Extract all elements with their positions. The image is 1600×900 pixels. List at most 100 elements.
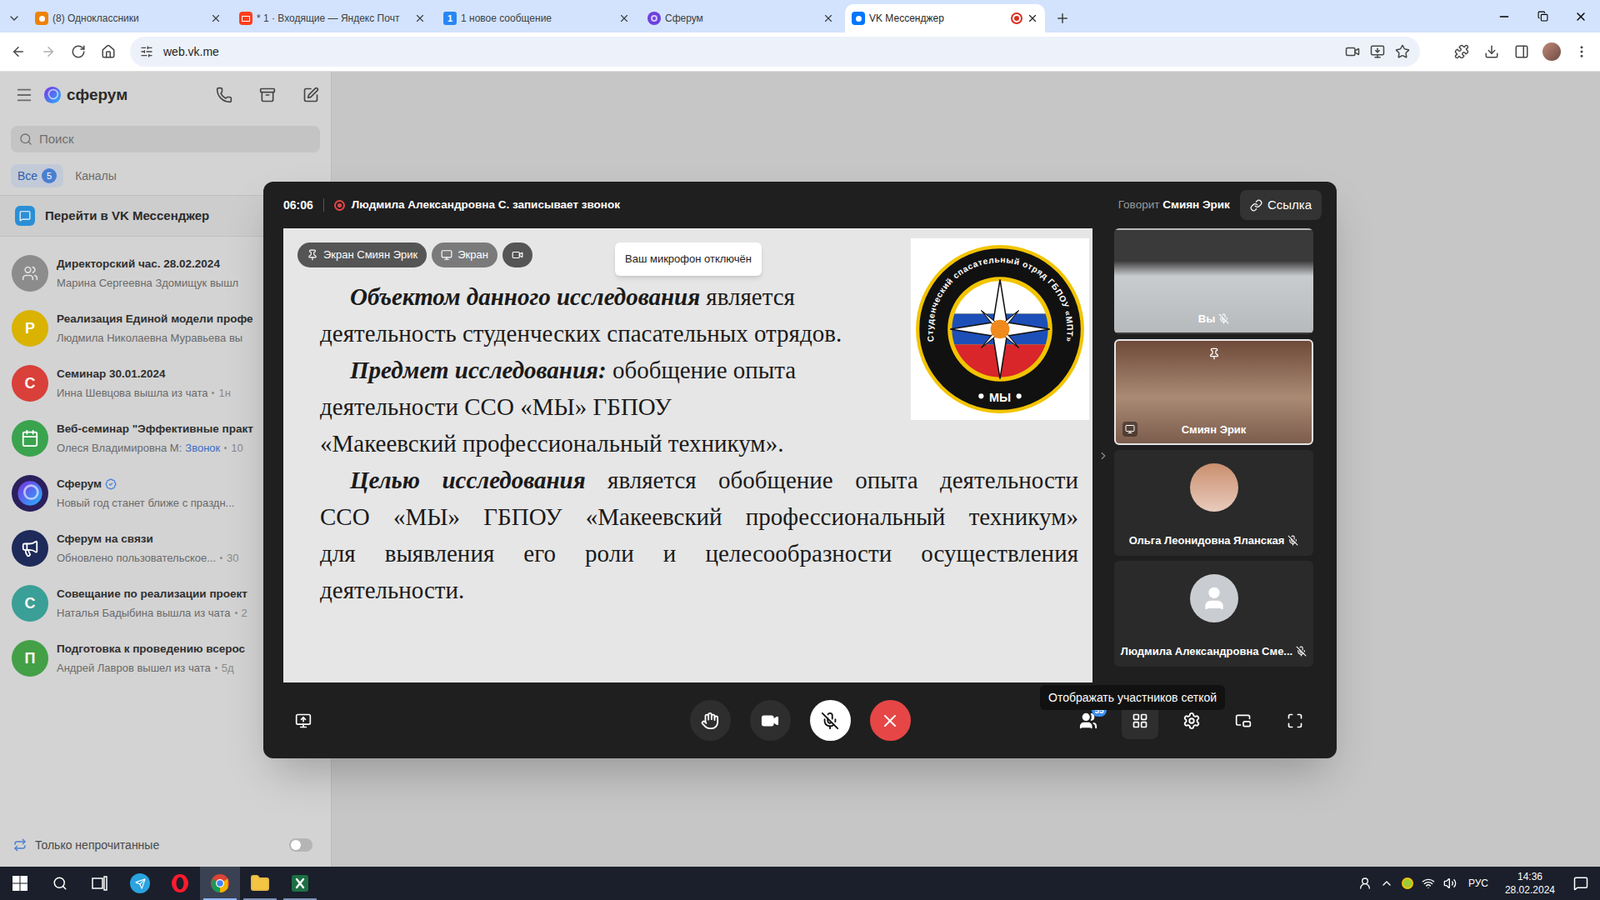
chat-title: Совещание по реализации проект [56,585,248,603]
tab-label: * 1 · Входящие — Яндекс Почт [256,10,410,26]
task-view-button[interactable] [80,866,120,900]
install-app-icon[interactable] [1370,44,1385,60]
start-button[interactable] [0,866,40,900]
group-photo-icon [21,265,39,282]
chat-time: 5д [221,660,235,677]
taskbar-app[interactable] [240,866,280,900]
filter-tab[interactable]: Все5 [10,164,64,188]
unread-only-toggle[interactable] [289,838,313,852]
fullscreen-icon [1286,712,1304,730]
chat-title: Реализация Единой модели профе [56,310,254,328]
end-call-button[interactable] [870,700,911,741]
share-screen-icon [295,712,312,730]
browser-menu-button[interactable] [1566,36,1597,67]
close-button[interactable] [1561,0,1600,33]
chat-subtitle: Андрей Лавров вышел из чата [56,660,211,677]
close-tab-icon[interactable] [1026,12,1039,25]
search-field[interactable]: Поиск [10,125,320,153]
call-link-button[interactable]: Ссылка [1240,190,1322,220]
chat-avatar: С [11,365,49,402]
stage-badge[interactable] [502,242,533,268]
tray-app-icon[interactable] [1401,877,1414,890]
camera-in-use-icon[interactable] [1345,44,1360,60]
menu-icon[interactable] [15,85,34,105]
clock[interactable]: 14:3628.02.2024 [1500,870,1560,897]
chat-subtitle: Обновлено пользовательское... [56,550,216,567]
participant-tile[interactable]: Людмила Александровна Сме... [1114,560,1314,667]
downloads-button[interactable] [1476,36,1507,67]
close-tab-icon[interactable] [822,12,835,25]
forward-button[interactable] [33,36,64,67]
bookmark-star-icon[interactable] [1395,44,1410,60]
chat-avatar [11,475,49,512]
archive-icon [259,86,276,104]
chat-title: Сферум на связи [56,530,154,548]
hand-icon [700,711,720,730]
filter-tab[interactable]: Каналы [68,164,124,188]
browser-tab[interactable]: * 1 · Входящие — Яндекс Почт [232,4,433,33]
taskbar-app[interactable] [160,866,200,900]
chat-avatar: С [11,585,49,622]
minimize-button[interactable] [1485,0,1524,33]
tab-search-button[interactable] [0,4,29,33]
share-screen-button[interactable] [286,704,320,738]
raise-hand-button[interactable] [690,700,731,741]
screen-sharing-icon [1122,421,1138,437]
archive-button[interactable] [250,80,285,110]
close-tab-icon[interactable] [210,12,222,25]
collapse-chevron-icon[interactable] [1097,450,1110,462]
home-button[interactable] [93,36,124,67]
participant-tile[interactable]: Смиян Эрик [1114,339,1314,445]
slide-logo: Студенческий спасательный отряд ГБПОУ «М… [910,238,1090,420]
close-tab-icon[interactable] [414,12,426,25]
restore-button[interactable] [1523,0,1562,33]
extensions-button[interactable] [1446,36,1477,67]
new-tab-button[interactable] [1048,4,1077,33]
volume-icon[interactable] [1443,876,1457,890]
input-language[interactable]: РУС [1465,875,1492,891]
mic-off-icon [1287,535,1299,546]
gear-icon [1182,711,1201,730]
picture-in-picture-button[interactable] [1225,702,1262,740]
participant-label: Смиян Эрик [1115,421,1312,439]
participant-tile[interactable]: Вы [1114,228,1314,335]
notifications-icon[interactable] [1573,875,1589,891]
fullscreen-button[interactable] [1276,702,1314,740]
close-tab-icon[interactable] [618,12,630,25]
file-explorer-icon [250,873,270,894]
camera-button[interactable] [750,700,791,741]
browser-tab[interactable]: 11 новое сообщение [436,4,637,33]
taskbar-app[interactable] [200,866,240,900]
people-icon[interactable] [1358,876,1372,890]
stage-badge[interactable]: Экран Смиян Эрик [297,242,427,268]
url-field[interactable]: web.vk.me [130,36,1420,67]
compose-button[interactable] [294,80,328,110]
call-button[interactable] [207,80,241,110]
back-button[interactable] [3,36,34,67]
chat-avatar [11,255,49,292]
side-panel-button[interactable] [1506,36,1537,67]
back-icon [10,44,26,60]
site-info-icon[interactable] [140,45,154,59]
reload-button[interactable] [63,36,94,67]
taskbar-app[interactable] [280,866,320,900]
microphone-button[interactable] [810,700,851,741]
network-icon[interactable] [1421,876,1435,890]
call-timer: 06:06 [283,196,314,215]
profile-avatar[interactable] [1536,36,1567,67]
taskbar-search-button[interactable] [40,866,80,900]
reload-icon [70,44,86,60]
grid-icon [1131,712,1149,730]
show-hidden-icons-icon[interactable] [1380,876,1394,890]
browser-tab[interactable]: (8) Одноклассники [28,4,229,33]
taskbar-app[interactable] [120,866,160,900]
calendar-icon [20,429,40,448]
browser-tab[interactable]: Сферум [640,4,841,33]
sferum-logo[interactable]: сферум [43,83,128,108]
stage-badge[interactable]: Экран [431,242,498,268]
participant-tile[interactable]: Ольга Леонидовна Яланская [1114,450,1314,556]
browser-tab[interactable]: VK Мессенджер [845,4,1045,33]
minimize-icon [1497,10,1511,24]
chrome-icon [210,873,230,894]
tab-label: VK Мессенджер [869,10,1007,26]
